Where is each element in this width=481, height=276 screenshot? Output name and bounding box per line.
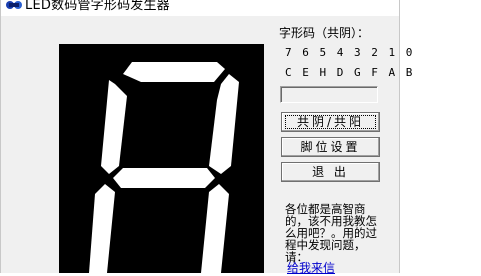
seven-segment-display[interactable] (59, 44, 264, 273)
segment-e (89, 184, 115, 273)
segment-letter-row: C E H D G F A B (285, 66, 415, 79)
segment-a (123, 62, 225, 82)
code-output-field[interactable] (280, 86, 378, 103)
exit-button[interactable]: 退 出 (281, 162, 380, 182)
bit-number-row: 7 6 5 4 3 2 1 0 (285, 46, 415, 59)
seven-segment-svg (89, 62, 239, 273)
window-title: LED数码管字形码发生器 (25, 0, 170, 13)
segment-f (101, 80, 127, 174)
segment-b (209, 74, 239, 174)
code-title-label: 字形码（共阴）： (279, 26, 370, 40)
segment-g (113, 168, 215, 188)
app-icon (5, 0, 25, 11)
segment-c (201, 184, 229, 273)
app-window: LED数码管字形码发生器 字形码（共阴）： 7 6 5 4 3 2 1 0 C … (0, 0, 412, 276)
pin-settings-button[interactable]: 脚位设置 (281, 137, 380, 157)
contact-link[interactable]: 给我来信 (287, 259, 335, 276)
title-bar: LED数码管字形码发生器 (1, 0, 399, 16)
help-note: 各位都是高智商的，该不用我教怎么用吧？。用的过程中发现问题，请： (285, 202, 377, 264)
common-mode-button[interactable]: 共阴/共阳 (281, 112, 380, 132)
